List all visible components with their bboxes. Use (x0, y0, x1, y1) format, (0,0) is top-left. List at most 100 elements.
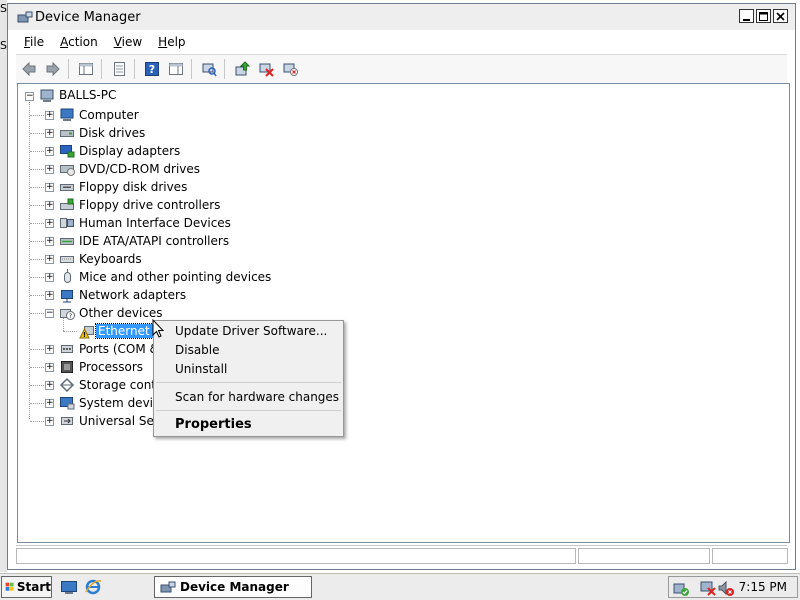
properties-icon (114, 62, 125, 76)
tree-guide-line (30, 151, 44, 152)
scan-hardware-changes-menu-item[interactable]: Scan for hardware changes (175, 390, 339, 404)
start-button[interactable]: Start (1, 576, 52, 598)
properties-menu-item[interactable]: Properties (175, 417, 252, 432)
scan-hardware-icon (202, 63, 217, 77)
volume-muted-icon[interactable] (717, 579, 735, 597)
menu-separator (156, 410, 341, 411)
update-driver-button[interactable] (231, 58, 253, 80)
tree-guide-line (30, 133, 44, 134)
taskbar: Start Device Manager 7:15 PM (0, 573, 800, 600)
expand-toggle[interactable]: + (45, 165, 54, 174)
expand-toggle[interactable]: + (45, 399, 54, 408)
svg-text:?: ? (69, 313, 72, 320)
expand-toggle[interactable]: + (45, 237, 54, 246)
tree-node-label[interactable]: Keyboards (79, 252, 142, 266)
tree-node-label[interactable]: Floppy disk drives (79, 180, 187, 194)
disable-menu-item[interactable]: Disable (175, 343, 220, 357)
toolbar-separator (134, 59, 135, 79)
tree-guide-line (30, 187, 44, 188)
expand-toggle[interactable]: + (45, 417, 54, 426)
hid-icon (60, 218, 74, 228)
menu-action[interactable]: Action (52, 35, 106, 49)
back-button[interactable] (18, 58, 40, 80)
update-driver-icon (235, 61, 250, 76)
desktop-edge-text: S (0, 39, 7, 52)
tree-node-label[interactable]: Human Interface Devices (79, 216, 231, 230)
tree-guide-line (30, 241, 44, 242)
show-desktop-icon[interactable] (60, 578, 78, 596)
disable-button[interactable] (255, 58, 277, 80)
expand-toggle[interactable]: + (45, 381, 54, 390)
scan-hardware-button[interactable] (198, 58, 220, 80)
internet-explorer-icon[interactable] (84, 578, 102, 596)
device-tree[interactable]: − BALLS-PC + Computer + Disk drives + Display… (17, 83, 790, 543)
menu-help[interactable]: Help (150, 35, 193, 49)
task-button-label: Device Manager (180, 580, 289, 594)
action-pane-button[interactable] (165, 58, 187, 80)
keyboard-icon (60, 256, 74, 263)
tree-root-label[interactable]: BALLS-PC (59, 88, 116, 102)
tree-node-label[interactable]: Other devices (79, 306, 163, 320)
tree-node-label[interactable]: Processors (79, 360, 143, 374)
clock[interactable]: 7:15 PM (739, 580, 787, 594)
expand-toggle[interactable]: + (45, 201, 54, 210)
expand-toggle[interactable]: + (45, 273, 54, 282)
system-tray: 7:15 PM (668, 576, 798, 598)
tree-node-label[interactable]: Network adapters (79, 288, 186, 302)
network-adapter-icon (61, 290, 73, 303)
desktop-edge: S S D (0, 0, 8, 590)
forward-button[interactable] (42, 58, 64, 80)
expand-toggle[interactable]: + (45, 111, 54, 120)
collapse-toggle[interactable]: − (45, 309, 54, 318)
status-bar (16, 545, 788, 566)
forward-icon (46, 61, 60, 77)
expand-toggle[interactable]: + (45, 147, 54, 156)
root-collapse-toggle[interactable]: − (25, 92, 34, 101)
windows-logo-icon (5, 582, 14, 591)
tree-guide-line (30, 421, 44, 422)
help-button[interactable]: ? (141, 58, 163, 80)
update-driver-software-menu-item[interactable]: Update Driver Software... (175, 324, 327, 338)
expand-toggle[interactable]: + (45, 363, 54, 372)
close-icon (776, 11, 785, 21)
svg-text:?: ? (149, 63, 155, 76)
menu-file[interactable]: File (16, 35, 52, 49)
disable-icon (259, 63, 274, 77)
mouse-cursor-icon (152, 319, 165, 338)
tree-node-label[interactable]: Display adapters (79, 144, 180, 158)
desktop-edge-text: S (0, 2, 7, 15)
expand-toggle[interactable]: + (45, 129, 54, 138)
maximize-button[interactable] (756, 9, 771, 23)
tree-guide-line (63, 318, 64, 331)
show-hide-console-tree-icon (79, 63, 93, 75)
tree-node-label[interactable]: Floppy drive controllers (79, 198, 220, 212)
menu-view[interactable]: View (106, 35, 150, 49)
tree-node-label[interactable]: Disk drives (79, 126, 145, 140)
tree-guide-line (30, 385, 44, 386)
uninstall-button[interactable] (279, 58, 301, 80)
properties-button[interactable] (108, 58, 130, 80)
minimize-button[interactable] (739, 9, 754, 23)
expand-toggle[interactable]: + (45, 255, 54, 264)
expand-toggle[interactable]: + (45, 183, 54, 192)
tree-node-label[interactable]: DVD/CD-ROM drives (79, 162, 200, 176)
device-manager-task-button[interactable]: Device Manager (154, 576, 312, 598)
tree-node-label[interactable]: Computer (79, 108, 139, 122)
uninstall-menu-item[interactable]: Uninstall (175, 362, 227, 376)
tree-guide-line (29, 102, 30, 419)
tree-guide-line (63, 331, 77, 332)
tree-node-label[interactable]: IDE ATA/ATAPI controllers (79, 234, 229, 248)
tree-node-label[interactable]: Ports (COM & (79, 342, 159, 356)
expand-toggle[interactable]: + (45, 291, 54, 300)
toolbar-separator (101, 59, 102, 79)
expand-toggle[interactable]: + (45, 219, 54, 228)
show-hide-console-tree-button[interactable] (75, 58, 97, 80)
close-button[interactable] (773, 9, 788, 23)
tree-node-label[interactable]: Mice and other pointing devices (79, 270, 271, 284)
floppy-drive-icon (60, 184, 74, 191)
tree-guide-line (30, 223, 44, 224)
safely-remove-hardware-icon[interactable] (672, 579, 690, 597)
network-disconnected-icon[interactable] (699, 579, 717, 597)
expand-toggle[interactable]: + (45, 345, 54, 354)
title-bar[interactable]: Device Manager (8, 4, 795, 30)
